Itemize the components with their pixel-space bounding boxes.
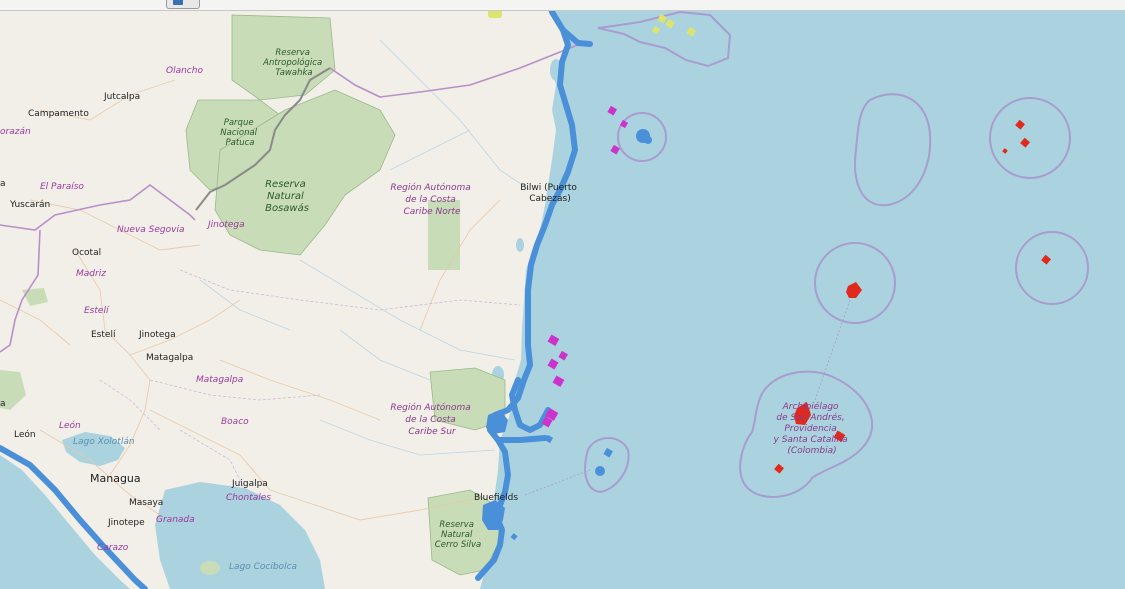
label-jinotega-dept: Jinotega bbox=[206, 220, 245, 230]
label-leon-city: León bbox=[14, 429, 36, 440]
label-bosawas: Reserva Natural Bosawás bbox=[265, 179, 309, 214]
miskito-cays bbox=[644, 136, 652, 144]
label-cerro-silva: Reserva Natural Cerro Silva bbox=[435, 520, 481, 550]
label-bluefields: Bluefields bbox=[474, 493, 518, 503]
label-left-cut2: a bbox=[0, 399, 6, 409]
label-san-andres: Archipiélago de San Andrés, Providencia … bbox=[773, 401, 851, 456]
label-el-paraiso: El Paraíso bbox=[40, 182, 84, 192]
label-bilwi: Bilwi (Puerto Cabezas) bbox=[520, 183, 580, 204]
label-jinotega-city: Jinotega bbox=[138, 330, 176, 340]
toolbar-icon bbox=[173, 0, 183, 5]
coastal-lagoon bbox=[516, 238, 524, 252]
map-canvas[interactable]: Olancho Jutcalpa Campamento orazán El Pa… bbox=[0, 0, 1125, 589]
label-ocotal: Ocotal bbox=[72, 248, 101, 258]
label-campamento: Campamento bbox=[28, 109, 89, 119]
coastal-highlight bbox=[510, 533, 518, 541]
label-lago-xolotlan: Lago Xolotlán bbox=[73, 437, 135, 447]
maritime-lines bbox=[524, 299, 851, 496]
label-managua: Managua bbox=[90, 472, 141, 485]
label-morazan: orazán bbox=[0, 127, 31, 137]
label-patuca: Parque Nacional Patuca bbox=[220, 118, 259, 148]
corn-island bbox=[595, 466, 605, 476]
label-matagalpa-dept: Matagalpa bbox=[196, 375, 243, 385]
label-juigalpa: Juigalpa bbox=[231, 479, 268, 489]
lake-island bbox=[200, 561, 220, 575]
label-left-cut: a bbox=[0, 179, 6, 189]
toolbar-button[interactable] bbox=[166, 0, 200, 9]
label-esteli-city: Estelí bbox=[91, 330, 116, 340]
label-matagalpa-city: Matagalpa bbox=[146, 353, 193, 363]
magenta-cays bbox=[541, 105, 629, 428]
label-lago-cocibolca: Lago Cocibolca bbox=[229, 562, 297, 572]
label-yuscaran: Yuscarán bbox=[9, 200, 50, 210]
label-juticalpa: Jutcalpa bbox=[103, 92, 140, 102]
label-madriz: Madriz bbox=[76, 269, 106, 279]
corn-island bbox=[603, 447, 613, 458]
label-esteli-dept: Estelí bbox=[84, 306, 110, 316]
coastal-lagoon bbox=[562, 142, 570, 158]
label-carazo: Carazo bbox=[97, 543, 129, 553]
browser-toolbar-strip bbox=[0, 0, 1125, 11]
label-nueva-segovia: Nueva Segovia bbox=[117, 225, 185, 235]
label-chontales: Chontales bbox=[226, 493, 271, 503]
label-boaco: Boaco bbox=[221, 417, 249, 427]
label-masaya: Masaya bbox=[129, 498, 163, 508]
label-olancho: Olancho bbox=[166, 66, 203, 76]
label-leon-dept: León bbox=[59, 420, 81, 431]
label-granada: Granada bbox=[156, 515, 195, 525]
label-jinotepe: Jinotepe bbox=[107, 518, 145, 528]
